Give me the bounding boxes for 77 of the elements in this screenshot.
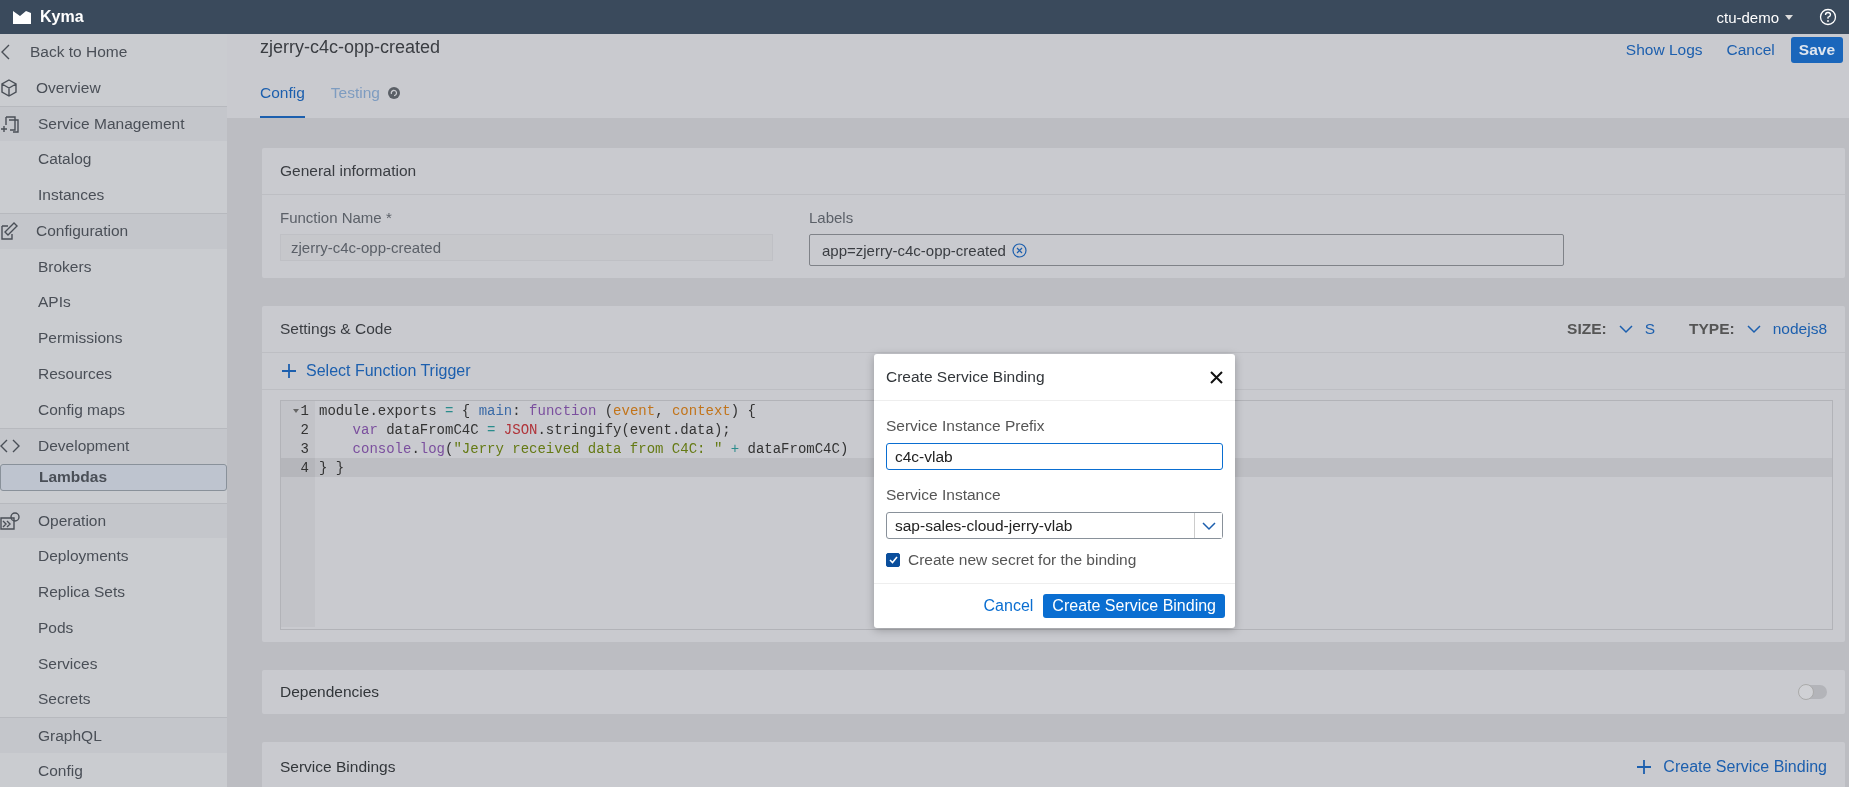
sidebar-item[interactable]: Resources: [0, 356, 227, 392]
create-button[interactable]: Create Service Binding: [1043, 594, 1225, 618]
close-icon[interactable]: [1210, 370, 1223, 384]
sidebar-item[interactable]: Replica Sets: [0, 574, 227, 610]
chevron-down-icon: [1201, 520, 1216, 531]
brand-name: Kyma: [40, 8, 84, 26]
document-plus-icon: [0, 115, 20, 133]
labels-field[interactable]: app=zjerry-c4c-opp-created: [809, 234, 1564, 266]
code-line: var dataFromC4C = JSON.stringify(event.data);: [351, 421, 731, 438]
page-title: zjerry-c4c-opp-created: [260, 36, 441, 58]
sidebar-item[interactable]: Services: [0, 645, 227, 682]
label-token: app=zjerry-c4c-opp-created: [822, 241, 1006, 259]
sidebar-item[interactable]: Operation: [0, 502, 227, 539]
sidebar-item[interactable]: Development: [0, 427, 227, 464]
checkbox[interactable]: [886, 553, 900, 567]
chevron-down-icon: [1618, 324, 1633, 334]
sidebar-item[interactable]: Deployments: [0, 538, 227, 575]
card-title: Service Bindings: [280, 758, 396, 776]
line-number: 4: [300, 459, 309, 476]
fold-marker-icon[interactable]: [292, 408, 299, 413]
code-line: console.log("Jerry received data from C4C: " + dataFromC4C): [351, 440, 849, 457]
card-title: Settings & Code: [280, 320, 392, 338]
sidebar-item[interactable]: Config: [0, 753, 227, 787]
sidebar-item[interactable]: GraphQL: [0, 717, 227, 754]
field-label: Service Instance: [886, 486, 1002, 504]
instance-select[interactable]: sap-sales-cloud-jerry-vlab: [886, 512, 1223, 539]
toggle-switch[interactable]: [1799, 685, 1827, 699]
card-title: General information: [280, 162, 417, 180]
sidebar-item[interactable]: Catalog: [0, 141, 227, 178]
dialog-title: Create Service Binding: [886, 368, 1045, 386]
chevron-down-icon: [1746, 324, 1761, 334]
select-trigger-link[interactable]: Select Function Trigger: [306, 362, 471, 380]
line-number: 2: [300, 421, 309, 438]
help-icon[interactable]: [1819, 8, 1837, 26]
type-label: TYPE:: [1689, 320, 1735, 338]
size-value[interactable]: S: [1644, 320, 1656, 338]
operation-icon: [0, 511, 20, 530]
type-value[interactable]: nodejs8: [1772, 320, 1827, 338]
create-binding-link[interactable]: Create Service Binding: [1663, 758, 1827, 776]
caret-icon: [1785, 14, 1793, 20]
cancel-button[interactable]: Cancel: [983, 594, 1034, 618]
tab[interactable]: Config: [260, 84, 305, 118]
action-link[interactable]: Show Logs: [1625, 38, 1703, 62]
card-title: Dependencies: [280, 683, 380, 701]
sidebar-item[interactable]: Lambdas: [0, 463, 227, 491]
sidebar-item[interactable]: Secrets: [0, 681, 227, 718]
action-link[interactable]: Cancel: [1726, 38, 1775, 62]
edit-icon: [0, 222, 18, 241]
code-line: } }: [318, 459, 345, 476]
sidebar-item[interactable]: Permissions: [0, 320, 227, 357]
code-line: module.exports = { main: function (event, context) {: [318, 402, 756, 419]
sidebar-item[interactable]: APIs: [0, 284, 227, 321]
sidebar-item[interactable]: Overview: [0, 69, 227, 106]
sidebar-item[interactable]: Instances: [0, 177, 227, 213]
sidebar-item[interactable]: Brokers: [0, 248, 227, 285]
sidebar-item[interactable]: Pods: [0, 609, 227, 646]
checkbox-label: Create new secret for the binding: [908, 551, 1137, 569]
sidebar-item[interactable]: Back to Home: [0, 34, 227, 70]
add-icon: [282, 364, 296, 378]
field-label: Labels: [809, 209, 855, 226]
remove-icon[interactable]: [1011, 242, 1027, 258]
line-number: 3: [300, 440, 309, 457]
size-label: SIZE:: [1567, 320, 1607, 338]
user-menu[interactable]: ctu-demo: [1716, 8, 1793, 26]
refresh-icon: [387, 87, 400, 99]
sidebar-item[interactable]: Configuration: [0, 213, 227, 249]
back-icon: [0, 42, 12, 61]
sidebar-item[interactable]: Config maps: [0, 391, 227, 428]
sidebar-item[interactable]: Service Management: [0, 105, 227, 142]
field-label: Function Name *: [280, 209, 393, 226]
save-button[interactable]: Save: [1790, 37, 1843, 63]
add-icon: [1637, 760, 1652, 774]
line-number: 1: [300, 402, 309, 419]
prefix-field[interactable]: c4c-vlab: [886, 443, 1223, 470]
cube-icon: [0, 78, 18, 97]
field-label: Service Instance Prefix: [886, 417, 1046, 435]
logo-icon: [12, 9, 32, 25]
